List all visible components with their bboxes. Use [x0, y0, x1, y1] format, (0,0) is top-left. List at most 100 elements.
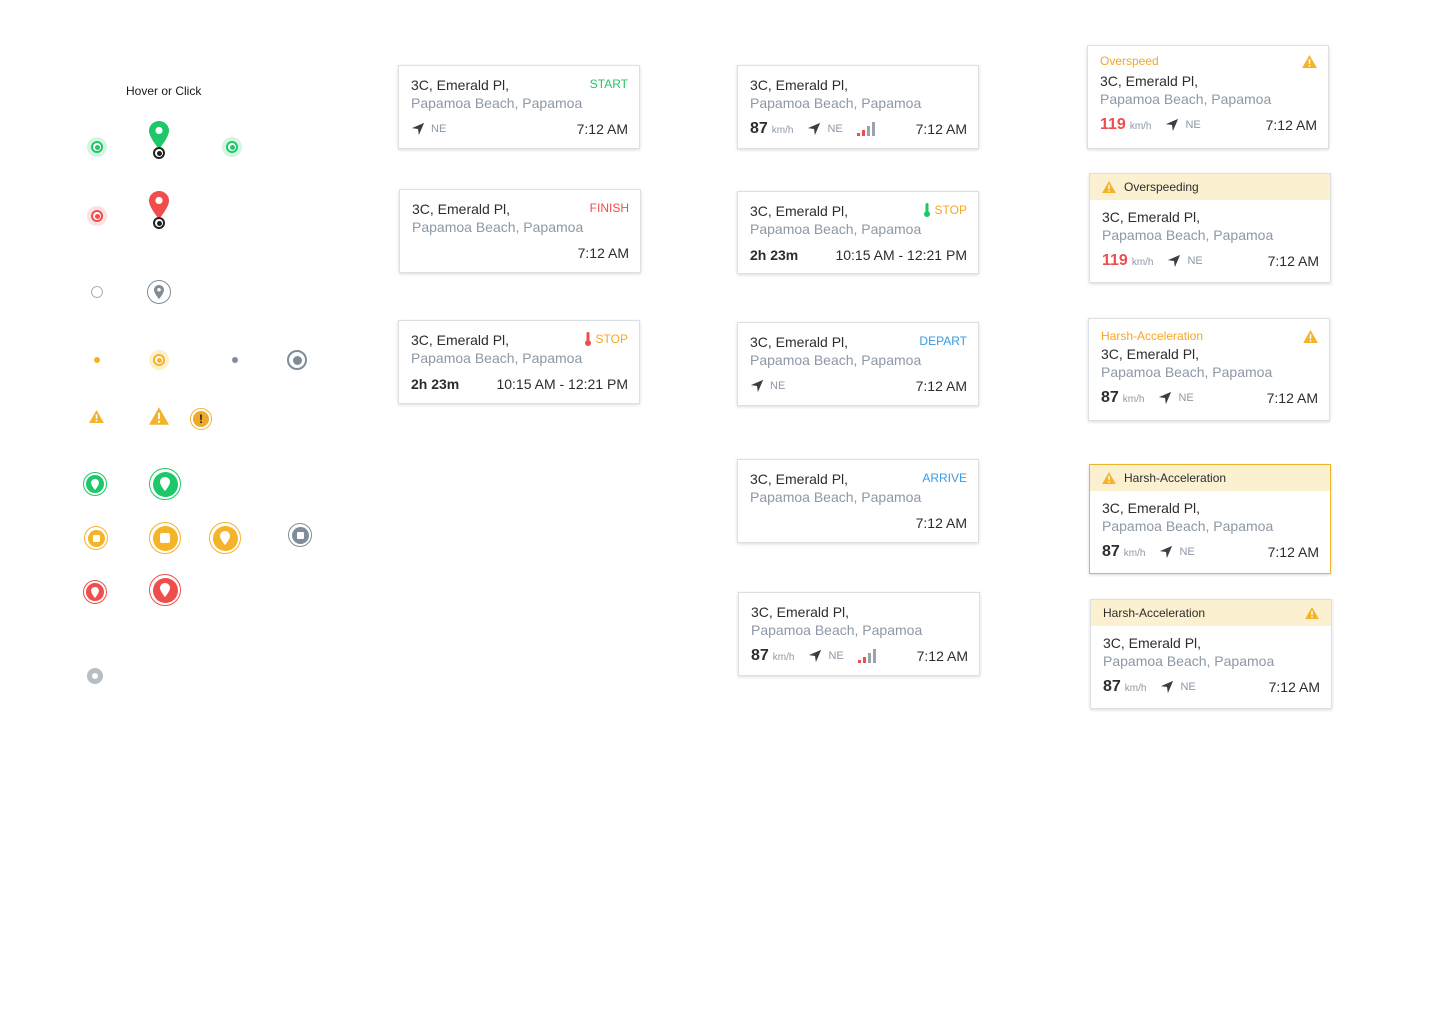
warning-icon [1102, 472, 1116, 484]
time: 7:12 AM [1265, 117, 1317, 133]
time: 7:12 AM [1267, 544, 1319, 560]
navigation-arrow-icon [1167, 254, 1181, 268]
status-label: FINISH [589, 201, 629, 215]
address-line-1: 3C, Emerald Pl, [1102, 209, 1201, 225]
speed: 119 km/h [1100, 116, 1152, 133]
address-line-2: Papamoa Beach, Papamoa [750, 352, 922, 368]
moving-card[interactable]: 3C, Emerald Pl, Papamoa Beach, Papamoa 8… [737, 65, 979, 149]
direction: NE [808, 649, 844, 663]
speed: 119 km/h [1102, 252, 1154, 269]
status-label: ARRIVE [922, 471, 967, 485]
depart-card[interactable]: 3C, Emerald Pl, Papamoa Beach, Papamoa D… [737, 322, 979, 406]
small-orange-dot[interactable] [94, 357, 100, 363]
orange-pin-marker[interactable] [209, 522, 241, 554]
duration: 2h 23m [411, 376, 460, 392]
direction: NE [1160, 680, 1196, 694]
address-line-1: 3C, Emerald Pl, [750, 77, 849, 93]
direction: NE [1167, 254, 1203, 268]
address-line-2: Papamoa Beach, Papamoa [1100, 91, 1272, 107]
time: 7:12 AM [577, 245, 629, 261]
green-pin-marker-large[interactable] [149, 468, 181, 500]
start-card[interactable]: 3C, Emerald Pl, Papamoa Beach, Papamoa S… [398, 65, 640, 149]
time: 7:12 AM [1266, 390, 1318, 406]
warning-icon [1102, 181, 1116, 193]
finish-dot-marker[interactable] [87, 206, 107, 226]
waypoint-empty-dot[interactable] [91, 286, 103, 298]
small-gray-dot[interactable] [232, 357, 238, 363]
time: 7:12 AM [1268, 679, 1320, 695]
speed: 87 km/h [1101, 389, 1145, 406]
duration: 2h 23m [750, 247, 799, 263]
navigation-arrow-icon [750, 379, 764, 393]
start-dot-marker-alt[interactable] [222, 137, 242, 157]
warning-icon [1305, 607, 1319, 619]
address-line-2: Papamoa Beach, Papamoa [1101, 364, 1273, 380]
event-label: Overspeed [1100, 54, 1159, 68]
overspeed-card[interactable]: Overspeed 3C, Emerald Pl, Papamoa Beach,… [1087, 45, 1329, 149]
time: 7:12 AM [915, 121, 967, 137]
stop-card-green[interactable]: 3C, Emerald Pl, Papamoa Beach, Papamoa S… [737, 191, 979, 274]
finish-pin-icon[interactable] [149, 191, 169, 229]
address-line-1: 3C, Emerald Pl, [751, 604, 850, 620]
direction: NE [1165, 118, 1201, 132]
thermometer-icon [584, 332, 592, 346]
status-label: START [589, 77, 628, 91]
start-dot-marker[interactable] [87, 137, 107, 157]
event-banner: Harsh-Acceleration [1090, 465, 1330, 491]
address-line-2: Papamoa Beach, Papamoa [751, 622, 923, 638]
time-range: 10:15 AM - 12:21 PM [835, 247, 967, 263]
address-line-1: 3C, Emerald Pl, [1102, 500, 1201, 516]
arrive-card[interactable]: 3C, Emerald Pl, Papamoa Beach, Papamoa A… [737, 459, 979, 543]
navigation-arrow-icon [1159, 545, 1173, 559]
status-stop: STOP [584, 331, 628, 347]
direction: NE [1159, 545, 1195, 559]
harsh-acceleration-card-selected[interactable]: Harsh-Acceleration 3C, Emerald Pl, Papam… [1089, 464, 1331, 574]
harsh-acceleration-card[interactable]: Harsh-Acceleration 3C, Emerald Pl, Papam… [1088, 318, 1330, 421]
harsh-acceleration-card-banner[interactable]: Harsh-Acceleration 3C, Emerald Pl, Papam… [1090, 599, 1332, 709]
hover-or-click-label: Hover or Click [126, 84, 202, 98]
gray-ring-marker[interactable] [287, 350, 307, 370]
signal-bars-icon [857, 649, 876, 663]
direction: NE [1158, 391, 1194, 405]
time: 7:12 AM [1267, 253, 1319, 269]
navigation-arrow-icon [411, 122, 425, 136]
address-line-1: 3C, Emerald Pl, [1100, 73, 1199, 89]
status-stop: STOP [923, 202, 967, 218]
time: 7:12 AM [576, 121, 628, 137]
speed: 87 km/h [1103, 678, 1147, 695]
overspeeding-card[interactable]: Overspeeding 3C, Emerald Pl, Papamoa Bea… [1089, 173, 1331, 283]
warning-large-icon[interactable] [149, 407, 169, 430]
navigation-arrow-icon [1160, 680, 1174, 694]
event-label: Harsh-Acceleration [1101, 329, 1204, 343]
green-pin-marker-small[interactable] [83, 472, 107, 496]
warning-icon [1302, 55, 1317, 68]
address-line-1: 3C, Emerald Pl, [1103, 635, 1202, 651]
stop-card-red[interactable]: 3C, Emerald Pl, Papamoa Beach, Papamoa S… [398, 320, 640, 404]
speed: 87 km/h [1102, 543, 1146, 560]
address-line-2: Papamoa Beach, Papamoa [411, 350, 583, 366]
gray-disabled-dot[interactable] [87, 668, 103, 684]
warning-small-icon[interactable] [89, 410, 104, 428]
direction: NE [807, 122, 843, 136]
speed: 87 km/h [751, 647, 795, 664]
address-line-2: Papamoa Beach, Papamoa [750, 489, 922, 505]
moving-card-2[interactable]: 3C, Emerald Pl, Papamoa Beach, Papamoa 8… [738, 592, 980, 676]
address-line-2: Papamoa Beach, Papamoa [750, 95, 922, 111]
orange-stop-marker-large[interactable] [149, 522, 181, 554]
status-label: DEPART [919, 334, 967, 348]
finish-card[interactable]: 3C, Emerald Pl, Papamoa Beach, Papamoa F… [399, 189, 641, 273]
orange-ring-marker[interactable] [149, 350, 169, 370]
waypoint-pin-marker[interactable] [147, 280, 171, 304]
navigation-arrow-icon [1165, 118, 1179, 132]
start-pin-icon[interactable] [149, 121, 169, 159]
thermometer-icon [923, 203, 931, 217]
orange-stop-marker-small[interactable] [84, 526, 108, 550]
time: 7:12 AM [916, 648, 968, 664]
red-pin-marker-large[interactable] [149, 574, 181, 606]
navigation-arrow-icon [807, 122, 821, 136]
speed: 87 km/h [750, 120, 794, 137]
time: 7:12 AM [915, 515, 967, 531]
gray-stop-marker[interactable] [288, 523, 312, 547]
alert-circle-icon[interactable]: ! [190, 408, 212, 430]
red-pin-marker-small[interactable] [83, 580, 107, 604]
